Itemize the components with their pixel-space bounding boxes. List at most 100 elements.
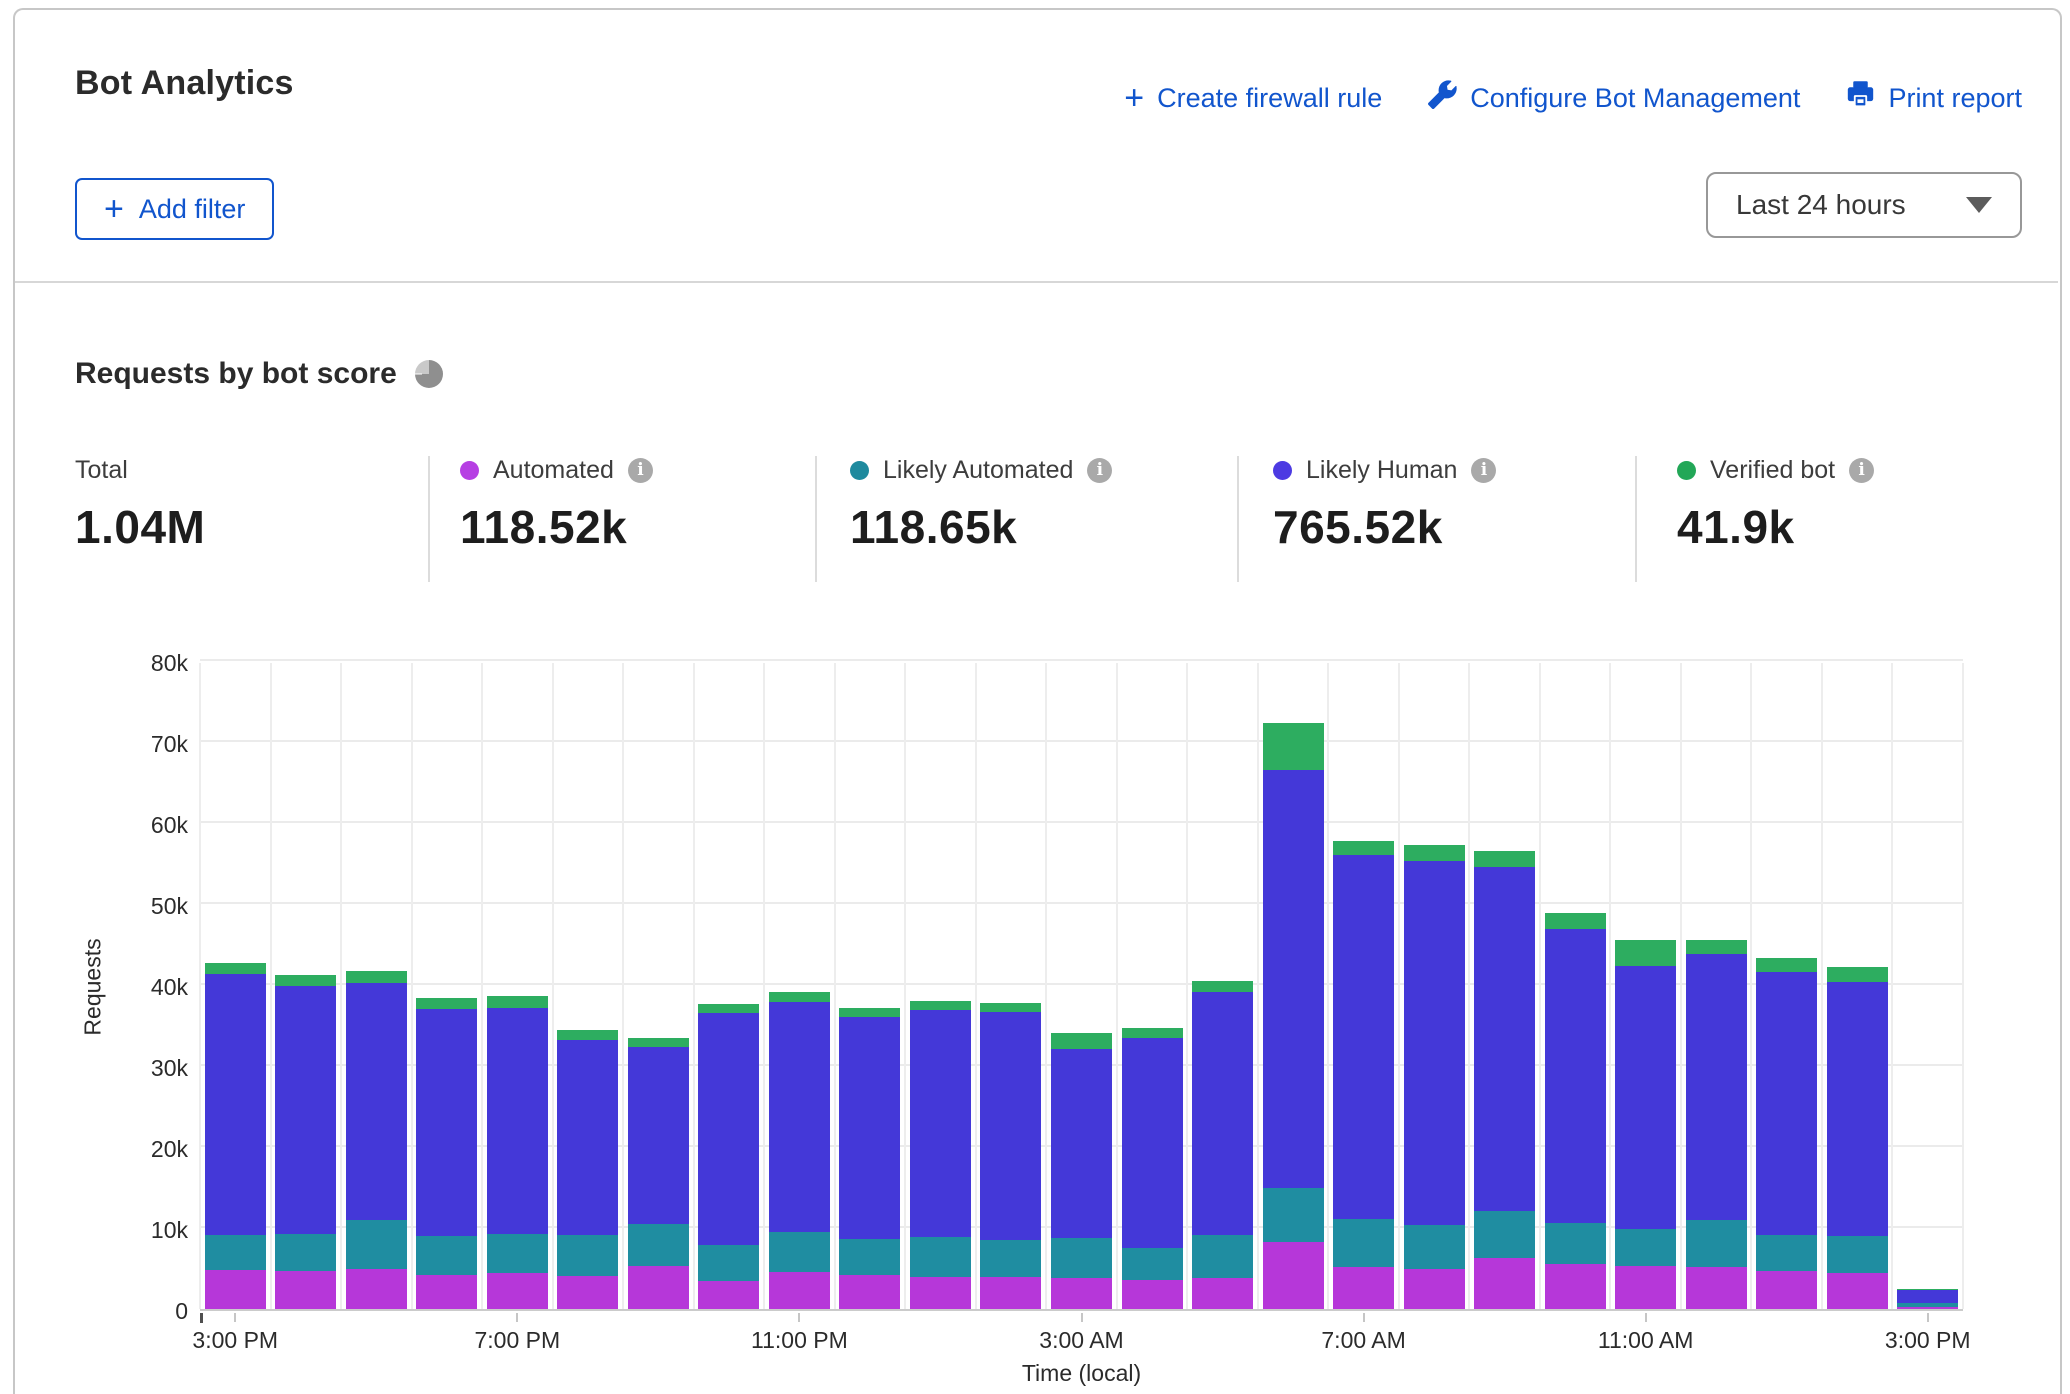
- stat-likely-human: Likely Human 765.52k: [1273, 452, 1496, 554]
- bar-segment-likely-human: [1192, 992, 1253, 1235]
- bar-700am: [1333, 841, 1394, 1309]
- time-range-select[interactable]: Last 24 hours: [1706, 172, 2022, 238]
- bar-segment-likely-human: [980, 1012, 1041, 1240]
- bar-600am: [1263, 723, 1324, 1309]
- print-report-link[interactable]: Print report: [1846, 80, 2022, 116]
- info-icon[interactable]: [1087, 458, 1112, 483]
- x-tick-label: 3:00 PM: [1885, 1327, 1971, 1354]
- bar-1200am: [839, 1008, 900, 1309]
- bar-segment-likely-human: [910, 1010, 971, 1237]
- bar-segment-likely-human: [1051, 1049, 1112, 1238]
- bar-900pm: [628, 1038, 689, 1309]
- bar-segment-likely-human: [839, 1017, 900, 1239]
- bar-200pm: [1827, 967, 1888, 1309]
- bar-segment-automated: [1756, 1271, 1817, 1309]
- bar-segment-likely-human: [1263, 770, 1324, 1187]
- gridline-vertical: [693, 663, 695, 1309]
- stat-likely-automated-label-row: Likely Automated: [850, 452, 1112, 488]
- bar-segment-likely-human: [698, 1013, 759, 1245]
- configure-bot-management-link[interactable]: Configure Bot Management: [1428, 80, 1800, 116]
- bar-segment-verified-bot: [1615, 940, 1676, 965]
- bar-300am: [1051, 1033, 1112, 1309]
- y-tick-label: 40k: [151, 973, 188, 1001]
- y-tick-label: 30k: [151, 1054, 188, 1082]
- header-divider: [15, 281, 2058, 283]
- bar-segment-automated: [487, 1273, 548, 1309]
- bar-segment-likely-human: [1122, 1038, 1183, 1248]
- gridline-horizontal: [200, 659, 1963, 661]
- section-title: Requests by bot score: [75, 357, 397, 391]
- bar-segment-verified-bot: [1263, 723, 1324, 770]
- bar-segment-verified-bot: [1686, 940, 1747, 955]
- x-tick-mark: [1645, 1313, 1647, 1322]
- x-tick-mark: [798, 1313, 800, 1322]
- info-icon[interactable]: [1849, 458, 1874, 483]
- header-actions: + Create firewall rule Configure Bot Man…: [1124, 80, 2022, 116]
- bar-800am: [1404, 845, 1465, 1309]
- create-firewall-rule-link[interactable]: + Create firewall rule: [1124, 81, 1382, 115]
- y-axis-title: Requests: [80, 938, 107, 1035]
- y-tick-label: 10k: [151, 1216, 188, 1244]
- likely-automated-dot-icon: [850, 461, 869, 480]
- x-tick-label: 11:00 PM: [751, 1327, 848, 1354]
- stat-likely-human-label: Likely Human: [1306, 456, 1457, 485]
- bar-segment-automated: [1474, 1258, 1535, 1309]
- x-axis-title: Time (local): [200, 1360, 1963, 1387]
- stat-total: Total 1.04M: [75, 452, 205, 554]
- info-icon[interactable]: [628, 458, 653, 483]
- x-tick-mark: [516, 1313, 518, 1322]
- bar-segment-likely-human: [1615, 966, 1676, 1229]
- bar-segment-likely-human: [1474, 867, 1535, 1211]
- gridline-vertical: [270, 663, 272, 1309]
- stat-verified-bot-value: 41.9k: [1677, 500, 1874, 554]
- bar-100pm: [1756, 958, 1817, 1309]
- bar-segment-likely-human: [1404, 861, 1465, 1225]
- bar-100am: [910, 1001, 971, 1309]
- bar-segment-likely-human: [1686, 954, 1747, 1220]
- bar-segment-verified-bot: [1333, 841, 1394, 856]
- bar-segment-automated: [1051, 1278, 1112, 1309]
- bar-segment-likely-human: [275, 986, 336, 1234]
- gridline-horizontal: [200, 740, 1963, 742]
- bar-segment-automated: [628, 1266, 689, 1309]
- bar-segment-verified-bot: [698, 1004, 759, 1014]
- bar-segment-likely-automated: [628, 1224, 689, 1266]
- x-tick-mark: [234, 1313, 236, 1322]
- stat-likely-automated: Likely Automated 118.65k: [850, 452, 1112, 554]
- bar-segment-likely-human: [487, 1008, 548, 1234]
- bar-segment-likely-automated: [1404, 1225, 1465, 1269]
- x-tick-mark: [1927, 1313, 1929, 1322]
- bar-segment-likely-automated: [839, 1239, 900, 1275]
- gridline-vertical: [1891, 663, 1893, 1309]
- bar-1000am: [1545, 913, 1606, 1309]
- x-tick-label: 3:00 AM: [1039, 1327, 1123, 1354]
- bar-segment-likely-automated: [980, 1240, 1041, 1276]
- bar-segment-likely-human: [1756, 972, 1817, 1234]
- bar-segment-verified-bot: [1051, 1033, 1112, 1049]
- y-tick-label: 60k: [151, 811, 188, 839]
- gridline-vertical: [1680, 663, 1682, 1309]
- plus-icon: +: [1124, 81, 1144, 115]
- likely-human-dot-icon: [1273, 461, 1292, 480]
- stat-verified-bot: Verified bot 41.9k: [1677, 452, 1874, 554]
- bar-segment-automated: [910, 1277, 971, 1309]
- add-filter-label: Add filter: [139, 194, 246, 225]
- stat-likely-human-value: 765.52k: [1273, 500, 1496, 554]
- bar-500am: [1192, 981, 1253, 1309]
- add-filter-button[interactable]: + Add filter: [75, 178, 274, 240]
- bar-segment-likely-automated: [1192, 1235, 1253, 1279]
- stat-likely-human-label-row: Likely Human: [1273, 452, 1496, 488]
- stat-total-label-row: Total: [75, 452, 205, 488]
- bar-segment-automated: [698, 1281, 759, 1309]
- bar-segment-likely-human: [416, 1009, 477, 1236]
- stat-divider: [1635, 456, 1637, 582]
- bar-segment-automated: [557, 1276, 618, 1309]
- bar-segment-likely-automated: [275, 1234, 336, 1271]
- stat-total-label: Total: [75, 456, 128, 485]
- info-icon[interactable]: [1471, 458, 1496, 483]
- bar-segment-likely-automated: [1827, 1236, 1888, 1272]
- bar-segment-automated: [769, 1272, 830, 1309]
- gridline-vertical: [1327, 663, 1329, 1309]
- bar-400am: [1122, 1028, 1183, 1309]
- bar-segment-verified-bot: [980, 1003, 1041, 1012]
